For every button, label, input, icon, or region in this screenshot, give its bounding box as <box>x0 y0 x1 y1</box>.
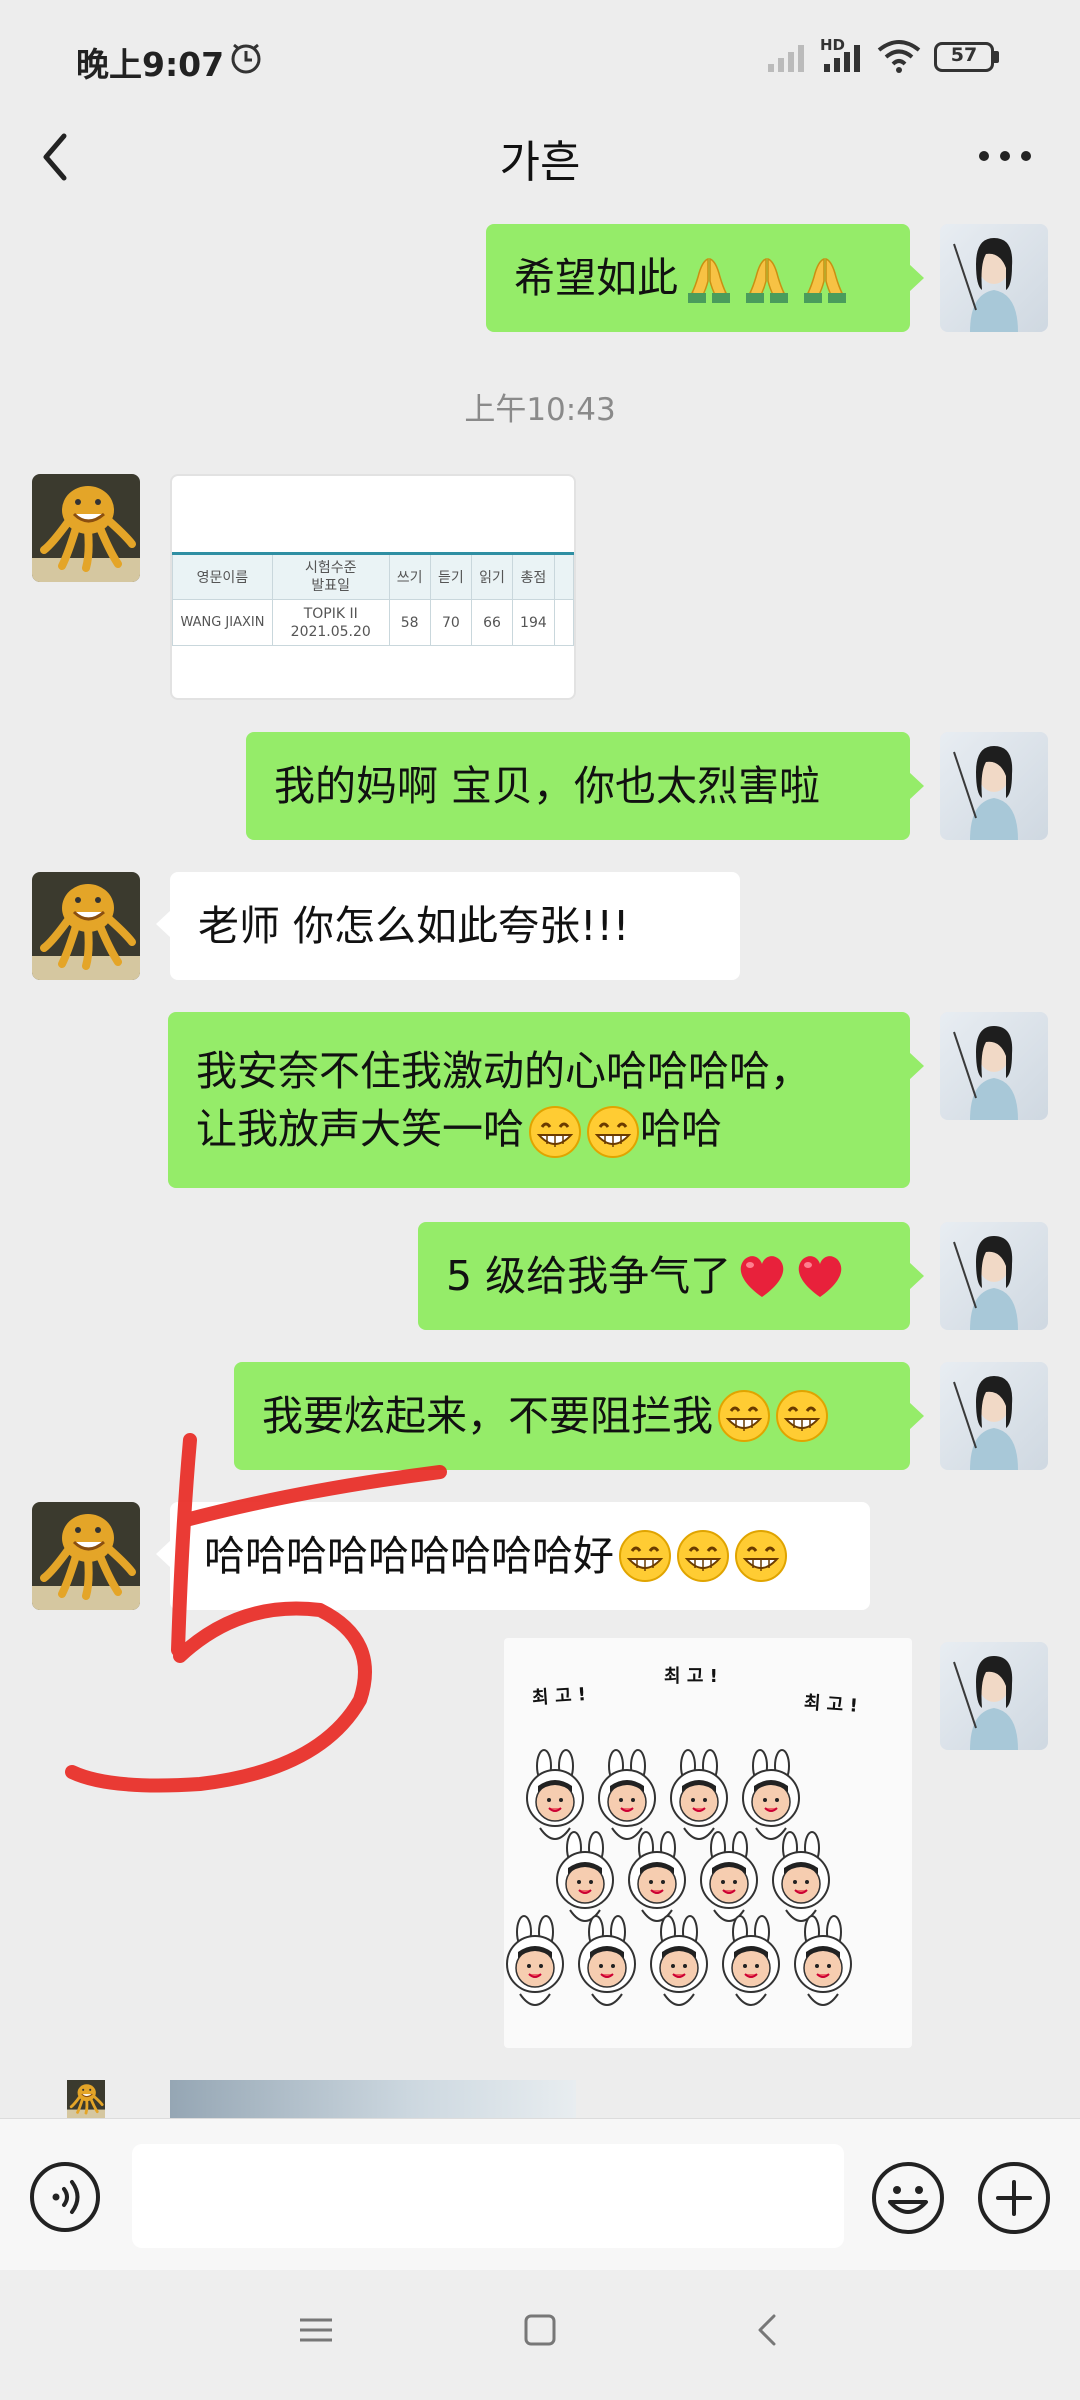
message-text-part: 哈哈 <box>640 1104 722 1153</box>
message-text: 哈哈哈哈哈哈哈哈哈好 <box>204 1532 614 1580</box>
more-functions-button[interactable] <box>976 2160 1052 2236</box>
bunny-figure <box>578 1915 636 2006</box>
bunny-figure <box>628 1831 686 1922</box>
grinning-face-emoji-icon <box>676 1529 730 1583</box>
sticker-text: 최 고 ! <box>664 1666 718 1687</box>
bunny-figure <box>670 1749 728 1840</box>
col-header: 영문이름 <box>172 552 273 600</box>
my-avatar[interactable] <box>940 1362 1048 1470</box>
score-report-image[interactable]: 영문이름 시험수준발표일 쓰기 듣기 읽기 총점 WANG JIAXIN TOP… <box>170 474 576 700</box>
score-table: 영문이름 시험수준발표일 쓰기 듣기 읽기 총점 WANG JIAXIN TOP… <box>172 552 574 646</box>
message-text-line2: 让我放声大笑一哈 哈哈 <box>196 1100 722 1159</box>
bunny-figure <box>794 1915 852 2006</box>
sticker-text: 최 고 ! <box>803 1692 859 1717</box>
col-header: 총점 <box>512 552 555 600</box>
sticker-text: 최 고 ! <box>531 1684 587 1709</box>
alarm-icon <box>231 43 261 74</box>
grinning-face-emoji-icon <box>528 1105 582 1159</box>
chat-title: 가흔 <box>499 137 581 188</box>
contact-avatar[interactable] <box>32 2080 140 2118</box>
cell-level-name: TOPIK II <box>303 605 358 622</box>
my-avatar[interactable] <box>940 1642 1048 1750</box>
red-heart-emoji-icon <box>735 1249 789 1303</box>
cell-listening: 70 <box>429 599 472 646</box>
message-text: 我的妈啊 宝贝，你也太烈害啦 <box>274 762 821 810</box>
wifi-icon <box>877 40 921 73</box>
cell-total: 194 <box>512 599 555 646</box>
status-time: 晚上9:07 <box>76 45 225 84</box>
battery-cap <box>994 51 999 63</box>
cell-level: TOPIK II 2021.05.20 <box>271 599 390 646</box>
message-bubble-received[interactable]: 老师 你怎么如此夸张!!! <box>156 872 740 980</box>
red-heart-emoji-icon <box>793 1249 847 1303</box>
my-avatar[interactable] <box>940 1222 1048 1330</box>
cell-date: 2021.05.20 <box>290 623 371 640</box>
cell-name: WANG JIAXIN <box>172 599 273 646</box>
col-header: 읽기 <box>470 552 514 600</box>
bunny-figure <box>742 1749 800 1840</box>
message-text-line1: 我安奈不住我激动的心哈哈哈哈， <box>196 1046 811 1095</box>
folded-hands-emoji-icon <box>682 251 736 305</box>
back-button[interactable] <box>28 122 88 192</box>
signal-weak-icon <box>768 45 804 72</box>
message-text: 5 级给我争气了 <box>446 1252 732 1300</box>
bunny-figure <box>650 1915 708 2006</box>
message-input[interactable] <box>132 2144 844 2248</box>
col-header-cut <box>553 552 574 600</box>
folded-hands-emoji-icon <box>798 251 852 305</box>
col-header-line1: 시험수준 <box>304 560 357 576</box>
cell-reading: 66 <box>470 599 514 646</box>
message-bubble-sent[interactable]: 我要炫起来，不要阻拦我 <box>234 1362 924 1470</box>
bunny-figure <box>556 1831 614 1922</box>
signal-icon <box>824 45 860 72</box>
contact-avatar[interactable] <box>32 474 140 582</box>
my-avatar[interactable] <box>940 224 1048 332</box>
col-header: 시험수준발표일 <box>271 552 390 600</box>
col-header-line2: 발표일 <box>311 578 351 594</box>
status-bar: 晚上9:07 HD 57 <box>0 0 1080 118</box>
voice-input-button[interactable] <box>28 2160 102 2234</box>
home-icon[interactable] <box>520 2310 560 2350</box>
grinning-face-emoji-icon <box>734 1529 788 1583</box>
cell-writing: 58 <box>388 599 431 646</box>
bunny-figure <box>526 1749 584 1840</box>
contact-avatar[interactable] <box>32 1502 140 1610</box>
nav-back-icon[interactable] <box>748 2310 788 2350</box>
bunny-figure <box>722 1915 780 2006</box>
message-bubble-sent[interactable]: 我的妈啊 宝贝，你也太烈害啦 <box>246 732 924 840</box>
message-text: 希望如此 <box>514 254 678 302</box>
message-text-part: 让我放声大笑一哈 <box>196 1104 524 1153</box>
emoji-button[interactable] <box>870 2160 946 2236</box>
my-avatar[interactable] <box>940 732 1048 840</box>
grinning-face-emoji-icon <box>586 1105 640 1159</box>
col-header: 쓰기 <box>388 552 431 600</box>
contact-avatar[interactable] <box>32 872 140 980</box>
my-avatar[interactable] <box>940 1012 1048 1120</box>
col-header: 듣기 <box>429 552 472 600</box>
message-timestamp: 上午10:43 <box>464 392 616 428</box>
bunny-figure <box>772 1831 830 1922</box>
image-message-partial[interactable] <box>170 2080 576 2120</box>
folded-hands-emoji-icon <box>740 251 794 305</box>
message-bubble-sent[interactable]: 希望如此 <box>486 224 924 332</box>
grinning-face-emoji-icon <box>717 1389 771 1443</box>
message-bubble-sent[interactable]: 我安奈不住我激动的心哈哈哈哈， 让我放声大笑一哈 哈哈 <box>168 1012 924 1188</box>
bunny-figure <box>598 1749 656 1840</box>
bunny-figure <box>506 1915 564 2006</box>
message-text: 老师 你怎么如此夸张!!! <box>198 902 630 950</box>
sticker-image[interactable]: 최 고 ! 최 고 ! 최 고 ! <box>504 1638 912 2048</box>
cell-cut <box>553 599 574 646</box>
battery-level: 57 <box>950 44 978 66</box>
grinning-face-emoji-icon <box>618 1529 672 1583</box>
recent-apps-icon[interactable] <box>296 2310 336 2350</box>
message-text: 我要炫起来，不要阻拦我 <box>262 1392 713 1440</box>
bunny-figure <box>700 1831 758 1922</box>
message-bubble-sent[interactable]: 5 级给我争气了 <box>418 1222 924 1330</box>
grinning-face-emoji-icon <box>775 1389 829 1443</box>
message-bubble-received[interactable]: 哈哈哈哈哈哈哈哈哈好 <box>156 1502 870 1610</box>
more-options-button[interactable] <box>970 130 1040 180</box>
